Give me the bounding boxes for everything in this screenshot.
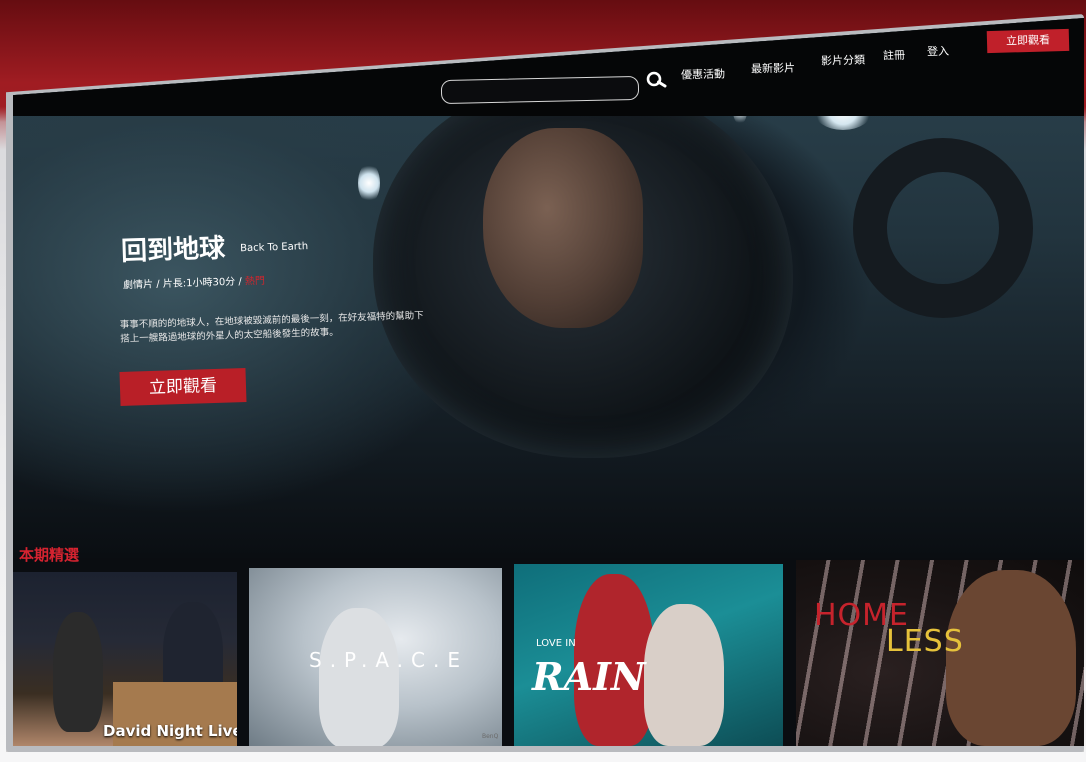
hero-title-en: Back To Earth [239, 241, 309, 255]
woman-figure [946, 570, 1076, 746]
nav-item-latest[interactable]: 最新影片 [751, 59, 795, 76]
card-title: S.P.A.C.E [309, 648, 469, 672]
nav-item-categories[interactable]: 影片分類 [821, 51, 865, 68]
featured-card-love-in-rain[interactable]: LOVE IN RAIN [514, 564, 783, 746]
card-subtitle: LOVE IN [536, 638, 576, 649]
featured-section-title: 本期精選 [19, 546, 80, 564]
tv-screen: 優惠活動 最新影片 影片分類 註冊 登入 立即觀看 回到地球 Back To E… [13, 18, 1084, 746]
tv-brand-logo: BenQ [482, 733, 499, 740]
card-title-bottom: LESS [886, 624, 964, 659]
featured-card-homeless[interactable]: HOME LESS [796, 560, 1084, 746]
woman-figure [644, 604, 724, 746]
nav-item-register[interactable]: 註冊 [883, 47, 905, 64]
featured-card-space[interactable]: S.P.A.C.E [249, 568, 502, 746]
nav-item-login[interactable]: 登入 [927, 43, 949, 60]
card-title: David Night Live [103, 722, 237, 740]
nav-item-promotions[interactable]: 優惠活動 [681, 65, 725, 82]
helmet-light [358, 163, 380, 203]
host-figure [53, 612, 103, 732]
astronaut-figure [319, 608, 399, 746]
hero-title: 回到地球 Back To Earth [120, 225, 309, 268]
watch-now-nav-button[interactable]: 立即觀看 [986, 28, 1070, 54]
search-icon[interactable] [644, 66, 670, 92]
astronaut-face-image [483, 128, 643, 328]
card-title: RAIN [532, 654, 646, 699]
search-input[interactable] [440, 75, 640, 105]
helmet-hose-image [853, 138, 1033, 318]
featured-card-david-night-live[interactable]: David Night Live [13, 572, 237, 746]
hero-meta-tag: 熱門 [244, 275, 266, 288]
hero-title-zh: 回到地球 [120, 233, 226, 267]
watch-now-hero-button[interactable]: 立即觀看 [119, 368, 247, 406]
